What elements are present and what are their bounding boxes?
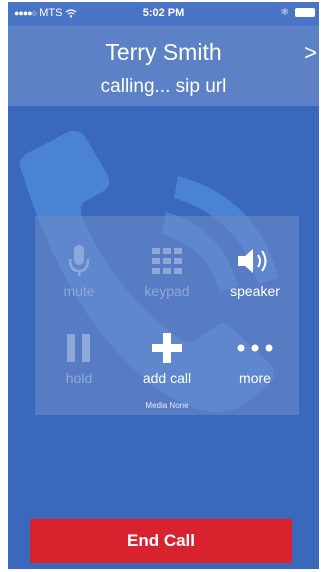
keypad-grid-icon [152,248,182,274]
keypad-button[interactable]: keypad [123,241,211,299]
chevron-right-icon[interactable]: > [304,40,317,66]
keypad-label: keypad [144,283,190,299]
call-status: calling... sip url [100,76,227,97]
mute-label: mute [63,283,95,299]
plus-icon [152,333,182,363]
hold-label: hold [65,370,93,386]
ellipsis-icon [237,344,273,352]
add-call-label: add call [142,370,192,386]
hold-button[interactable]: hold [35,328,123,386]
bluetooth-icon: ✱ [280,7,289,18]
call-screen: ●●●●○ MTS 5:02 PM ✱ Terry Smith calling.… [8,2,319,569]
media-status: Media None [145,401,189,410]
end-call-button[interactable]: End Call [30,519,292,563]
add-call-button[interactable]: add call [123,328,211,386]
speaker-icon [238,249,267,273]
contact-name: Terry Smith [105,39,222,65]
battery-icon [295,8,315,17]
call-header: Terry Smith calling... sip url > [8,26,319,106]
pause-icon [67,334,90,362]
end-call-label: End Call [126,531,195,550]
speaker-button[interactable]: speaker [211,241,299,299]
microphone-icon [69,245,89,276]
call-controls-panel: mute keypad speaker hold add call more M… [35,216,299,415]
speaker-label: speaker [230,283,280,299]
more-label: more [239,370,271,386]
status-time: 5:02 PM [142,7,185,19]
status-bar: ●●●●○ MTS 5:02 PM ✱ [8,2,319,26]
more-button[interactable]: more [211,328,299,386]
mute-button[interactable]: mute [35,241,123,299]
